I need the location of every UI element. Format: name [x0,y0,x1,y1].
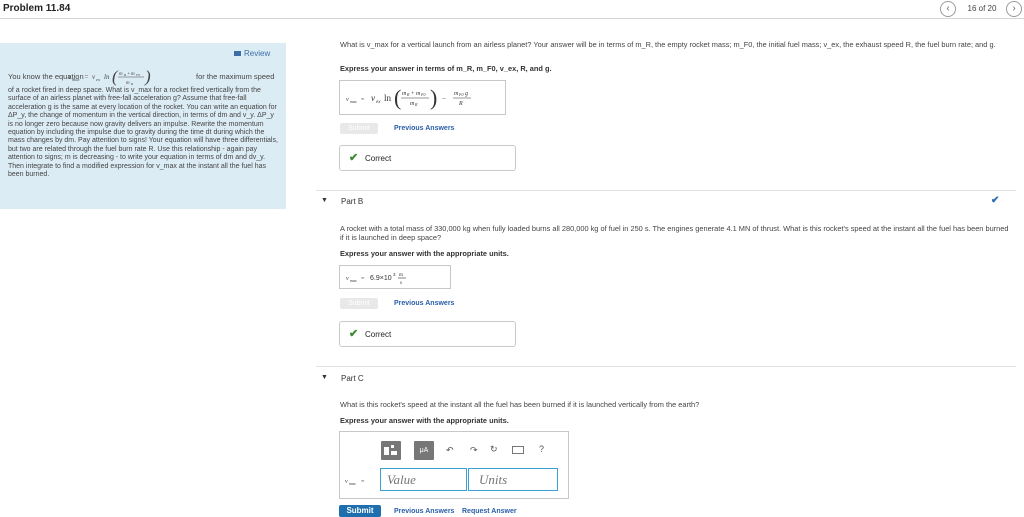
svg-text:R: R [458,101,463,107]
svg-text:ln: ln [384,93,392,103]
units-input[interactable] [468,468,558,491]
reset-icon[interactable]: ↻ [490,444,498,455]
svg-text:max: max [350,99,357,104]
keyboard-icon[interactable] [512,446,524,454]
svg-text:=: = [361,97,365,103]
chevron-left-icon: ‹ [946,3,950,14]
part-b-instruction: Express your answer with the appropriate… [340,249,509,258]
svg-text:max: max [350,278,357,283]
part-c-collapse-icon[interactable]: ▼ [321,374,328,381]
units-button[interactable]: μA [414,441,434,460]
svg-text:R: R [414,102,418,107]
undo-icon[interactable]: ↶ [446,445,454,456]
part-a-submit-button[interactable]: Submit [340,123,378,134]
part-b-correct-text: Correct [365,330,392,339]
part-b-title[interactable]: Part B [341,197,363,206]
svg-text:R: R [406,92,410,97]
part-b-divider [316,190,1016,191]
redo-icon[interactable]: ↷ [470,445,478,456]
hint-body: of a rocket fired in deep space. What is… [8,87,278,179]
svg-text:=: = [361,479,365,485]
part-a-question: What is v_max for a vertical launch from… [340,40,996,49]
chevron-right-icon: › [1012,3,1016,14]
part-b-question: A rocket with a total mass of 330,000 kg… [340,224,1009,242]
part-b-correct-box: ✔ Correct [339,321,516,347]
svg-text:6.9×10: 6.9×10 [370,275,392,282]
part-c-question: What is this rocket's speed at the insta… [340,400,700,409]
value-input[interactable] [380,468,467,491]
svg-text:max: max [72,77,80,82]
svg-text:v: v [345,479,348,485]
review-icon [234,51,241,56]
part-b-answer-expression: v max = 6.9×10 3 m s [346,272,406,286]
svg-text:g: g [465,91,468,97]
part-b-answer-box: v max = 6.9×10 3 m s [339,265,451,289]
svg-text:m: m [126,81,130,86]
svg-text:v: v [371,93,375,103]
part-c-instruction: Express your answer with the appropriate… [340,416,509,425]
checkmark-icon: ✔ [349,328,359,340]
svg-text:m: m [119,72,123,77]
part-c-submit-button[interactable]: Submit [339,505,381,517]
problem-title: Problem 11.84 [3,3,71,14]
svg-text:F0: F0 [420,92,425,97]
part-a-previous-answers-link[interactable]: Previous Answers [394,125,454,132]
svg-text:(: ( [394,85,401,110]
next-problem-button[interactable]: › [1006,1,1022,17]
part-b-submit-button[interactable]: Submit [340,298,378,309]
svg-text:): ) [430,85,437,110]
svg-text:−: − [442,95,446,103]
part-a-answer-box: v max = v ex ln ( m R + m F0 m R ) − m F… [339,80,506,115]
svg-text:ex: ex [96,77,100,82]
header-divider [0,18,1024,19]
svg-text:max: max [349,481,356,486]
help-icon[interactable]: ? [539,444,544,454]
hint-intro-text-end: for the maximum speed [196,72,275,81]
part-b-complete-check-icon: ✔ [991,195,1000,206]
svg-text:m: m [399,273,403,278]
svg-text:F0: F0 [135,73,140,77]
svg-text:s: s [400,281,402,286]
svg-text:): ) [144,67,151,86]
templates-button[interactable] [381,441,401,460]
part-c-previous-answers-link[interactable]: Previous Answers [394,508,454,515]
svg-text:ln: ln [104,73,110,81]
part-b-previous-answers-link[interactable]: Previous Answers [394,300,454,307]
part-b-collapse-icon[interactable]: ▼ [321,197,328,204]
svg-text:R: R [130,82,134,86]
review-link[interactable]: Review [244,49,270,58]
part-c-answer-label: v max = [345,476,375,488]
svg-text:v: v [346,276,349,282]
svg-text:m: m [131,72,135,77]
part-a-instruction: Express your answer in terms of m_R, m_F… [340,64,552,73]
checkmark-icon: ✔ [349,152,359,164]
svg-text:+: + [127,72,130,77]
part-a-correct-box: ✔ Correct [339,145,516,171]
svg-text:F0: F0 [458,92,463,97]
part-c-vmax-symbol: v max = [345,479,365,486]
svg-text:(: ( [112,67,119,86]
svg-text:3: 3 [393,272,396,277]
svg-text:+: + [411,91,415,97]
part-c-title[interactable]: Part C [341,374,364,383]
svg-text:ex: ex [376,100,381,105]
previous-problem-button[interactable]: ‹ [940,1,956,17]
svg-text:v: v [346,97,349,103]
templates-icon [384,445,397,455]
svg-text:=: = [361,276,365,282]
request-answer-link[interactable]: Request Answer [462,508,517,515]
part-a-answer-expression: v max = v ex ln ( m R + m F0 m R ) − m F… [346,85,471,110]
pager-text: 16 of 20 [967,4,997,13]
hint-formula-svg: v max = v ex ln ( m R + m F0 m R ) [68,67,151,86]
svg-text:=: = [84,73,89,81]
part-c-divider [316,366,1016,367]
part-a-correct-text: Correct [365,154,392,163]
